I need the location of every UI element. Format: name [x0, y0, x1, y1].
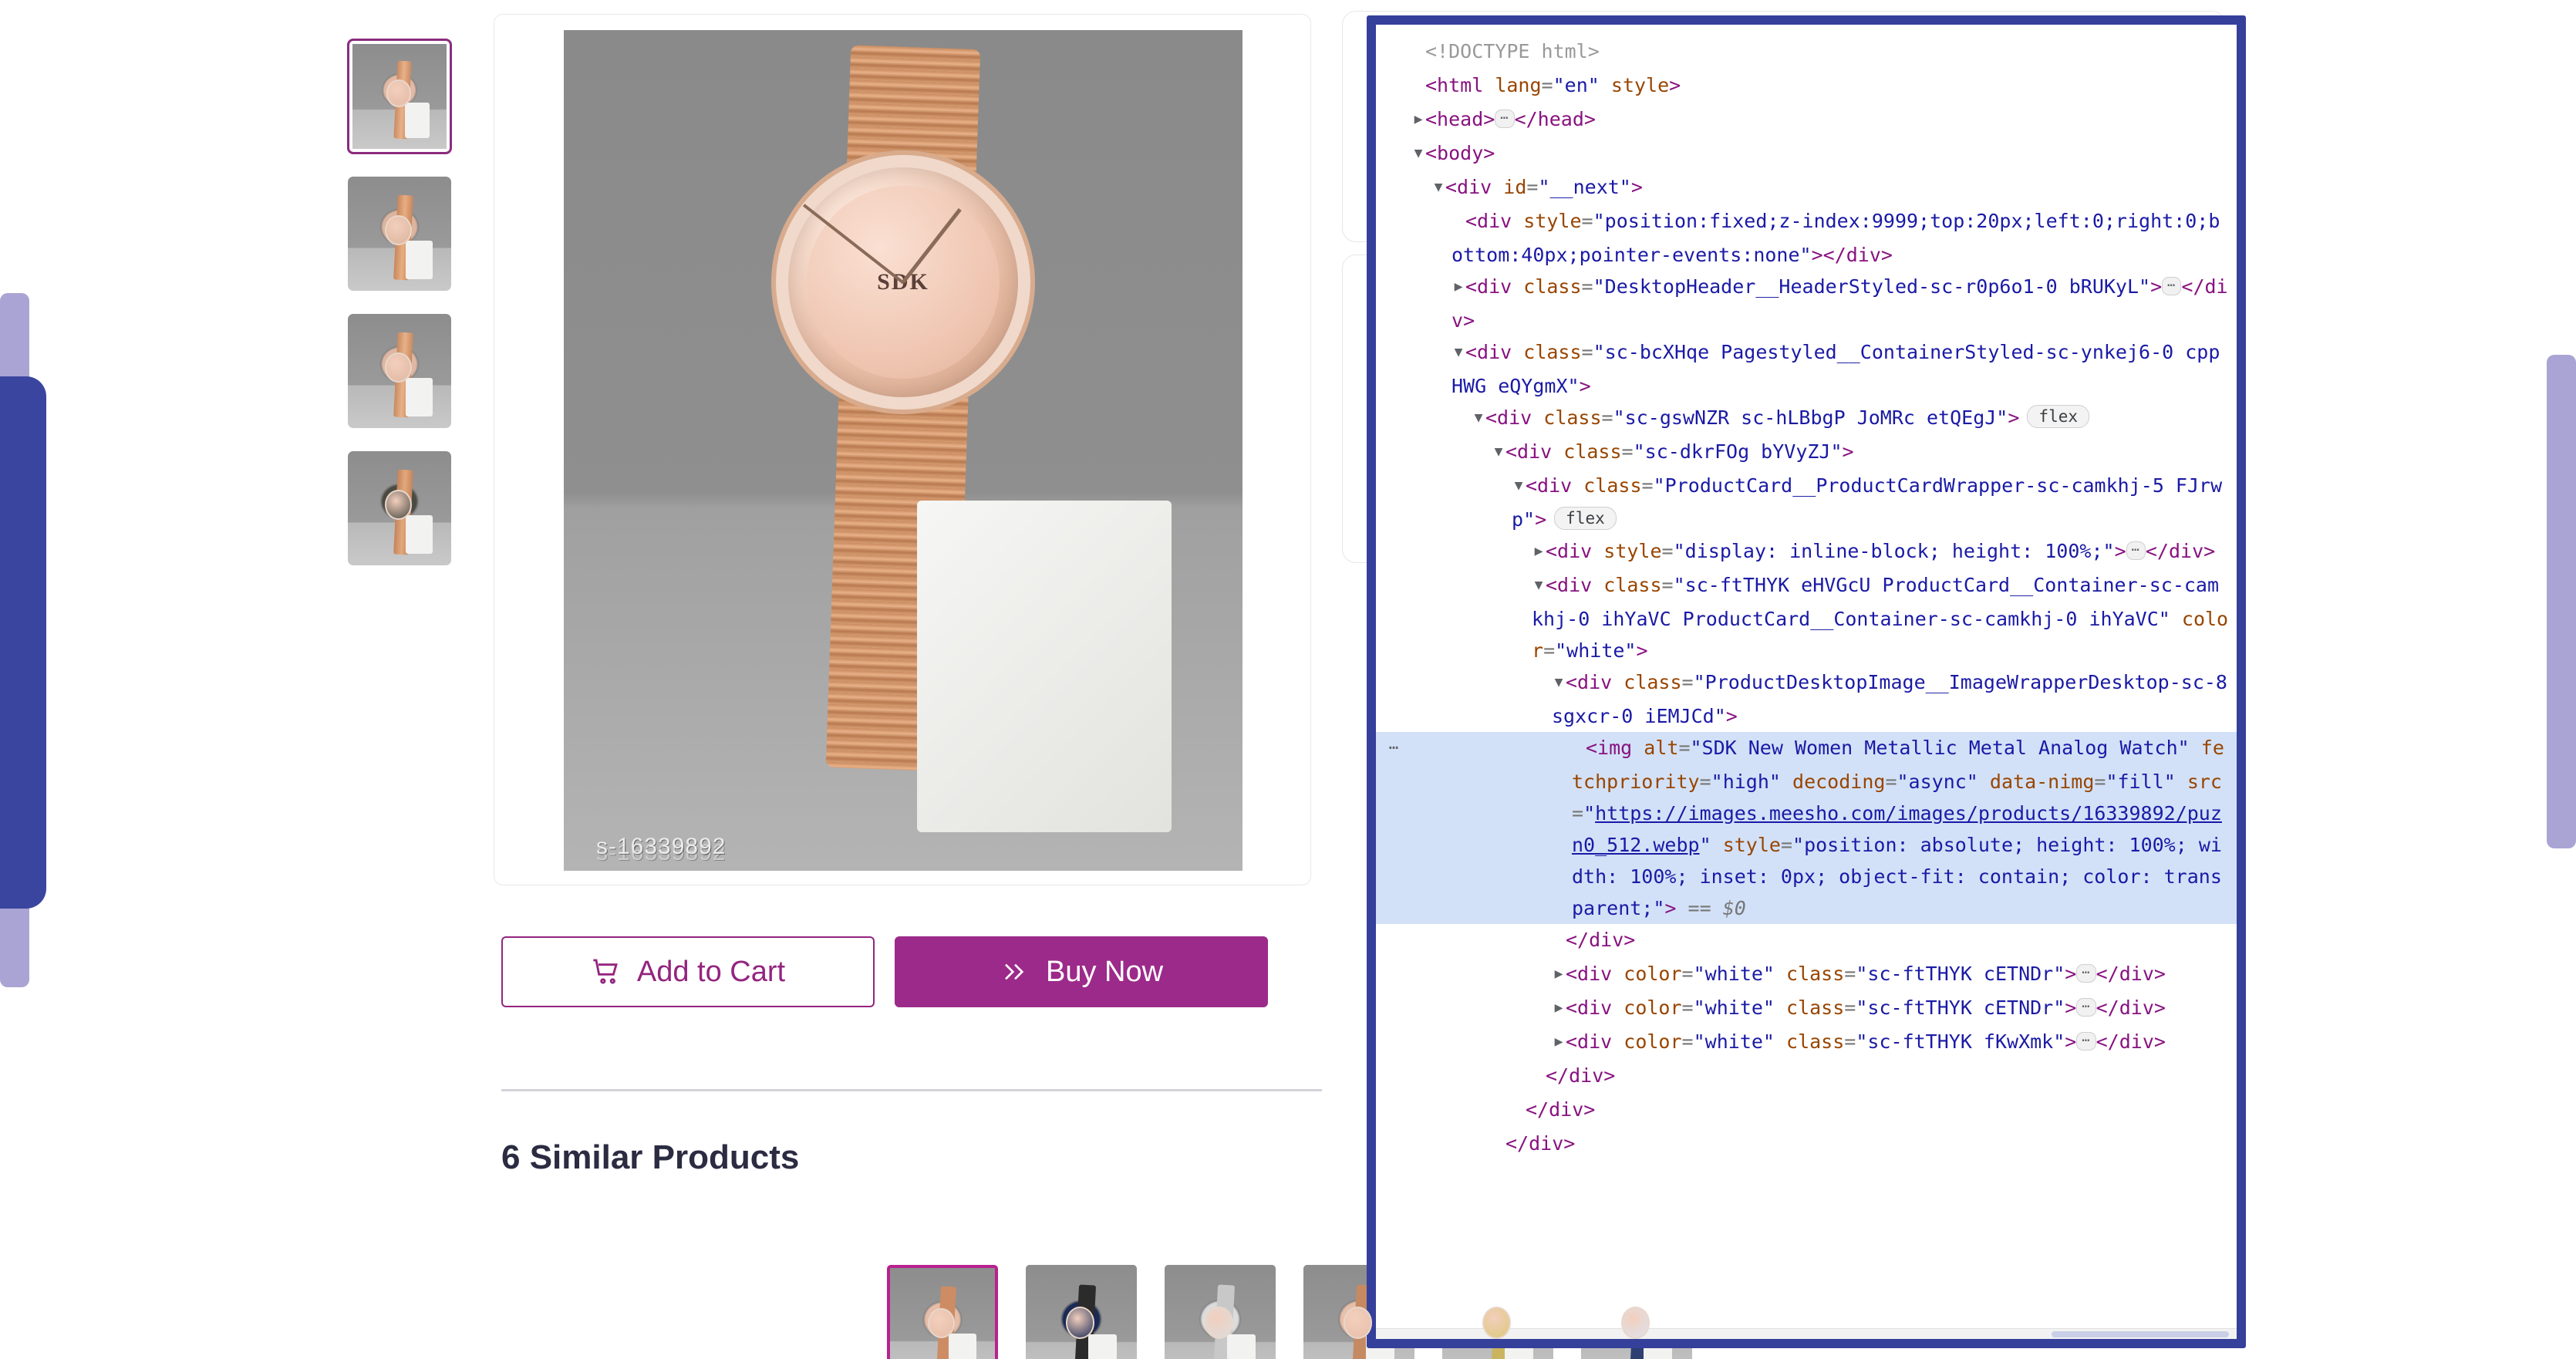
- disclosure-spacer: ▶: [1532, 1060, 1546, 1091]
- double-chevron-right-icon: [1005, 963, 1024, 980]
- dom-node-row[interactable]: ▶ <div color="white" class="sc-ftTHYK cET…: [1376, 958, 2237, 992]
- disclosure-spacer: ▶: [1411, 35, 1425, 67]
- devtools-elements-panel[interactable]: ▶<!DOCTYPE html>▶<html lang="en" style>▶…: [1367, 15, 2246, 1348]
- dom-node-row[interactable]: ▼ <div class="ProductDesktopImage__ImageW…: [1376, 666, 2237, 732]
- dom-node-row[interactable]: ▶ <div color="white" class="sc-ftTHYK fKw…: [1376, 1026, 2237, 1060]
- dom-node-row[interactable]: ▼ <body>: [1376, 137, 2237, 171]
- similar-watch-dial: [1065, 1307, 1095, 1339]
- image-watermark: s-16339892: [596, 834, 727, 859]
- dom-node-row[interactable]: ▶ <div class="DesktopHeader__HeaderStyled…: [1376, 271, 2237, 336]
- dom-node-row[interactable]: ▶<html lang="en" style>: [1376, 69, 2237, 103]
- product-thumbnail-1[interactable]: [347, 39, 452, 154]
- similar-product-2[interactable]: [1026, 1265, 1137, 1359]
- dom-node-row[interactable]: ▶</div>: [1376, 924, 2237, 958]
- devtools-dom-tree[interactable]: ▶<!DOCTYPE html>▶<html lang="en" style>▶…: [1376, 25, 2237, 1316]
- similar-watch-dial: [927, 1307, 956, 1339]
- thumbnail-image: [348, 314, 451, 428]
- add-to-cart-button[interactable]: Add to Cart: [501, 936, 875, 1007]
- dom-node-row[interactable]: ▼ <div class="sc-dkrFOg bYVyZJ">: [1376, 436, 2237, 470]
- similar-watch-dial: [1343, 1307, 1373, 1339]
- similar-products-title: 6 Similar Products: [501, 1138, 800, 1176]
- dom-node-row[interactable]: ▶ <div color="white" class="sc-ftTHYK cET…: [1376, 992, 2237, 1026]
- dom-node-row[interactable]: ▶ <div style="display: inline-block; heig…: [1376, 535, 2237, 569]
- thumbnail-watch-dial: [385, 215, 413, 245]
- disclosure-triangle-icon[interactable]: ▼: [1472, 402, 1485, 433]
- flex-badge[interactable]: flex: [2027, 405, 2089, 428]
- dom-node-row[interactable]: ▶<!DOCTYPE html>: [1376, 35, 2237, 69]
- disclosure-triangle-icon[interactable]: ▶: [1552, 1026, 1566, 1057]
- flex-badge[interactable]: flex: [1554, 507, 1617, 530]
- disclosure-spacer: ▶: [1552, 924, 1566, 956]
- left-selection-highlight: [0, 376, 46, 909]
- dom-node-row[interactable]: ▶</div>: [1376, 1128, 2237, 1162]
- thumbnail-image: [348, 451, 451, 565]
- product-action-buttons: Add to Cart Buy Now: [501, 936, 1268, 1007]
- disclosure-spacer: ▶: [1411, 69, 1425, 101]
- similar-watch-dial: [1204, 1307, 1234, 1339]
- disclosure-triangle-icon[interactable]: ▶: [1552, 958, 1566, 990]
- right-edge-accent-bar: [2547, 355, 2576, 848]
- dom-node-row[interactable]: ▼ <div class="sc-ftTHYK eHVGcU ProductCar…: [1376, 569, 2237, 666]
- disclosure-triangle-icon[interactable]: ▶: [1411, 103, 1425, 135]
- product-detail-panel: SDK s-16339892 s-16339892 Add to Cart: [347, 0, 1692, 1359]
- buy-now-button[interactable]: Buy Now: [895, 936, 1268, 1007]
- dom-node-row[interactable]: ▼ <div class="sc-gswNZR sc-hLBbgP JoMRc e…: [1376, 402, 2237, 436]
- dom-node-row[interactable]: ▼ <div class="sc-bcXHqe Pagestyled__Conta…: [1376, 336, 2237, 402]
- similar-product-1[interactable]: [887, 1265, 998, 1359]
- disclosure-triangle-icon[interactable]: ▶: [1532, 535, 1546, 567]
- disclosure-triangle-icon[interactable]: ▼: [1552, 666, 1566, 698]
- disclosure-spacer: ▶: [1512, 1094, 1526, 1125]
- disclosure-triangle-icon[interactable]: ▼: [1532, 569, 1546, 601]
- product-thumbnail-2[interactable]: [347, 176, 452, 292]
- disclosure-triangle-icon[interactable]: ▼: [1512, 470, 1526, 501]
- disclosure-spacer: ▶: [1452, 205, 1465, 237]
- thumbnail-image: [348, 177, 451, 291]
- product-main-image-card: SDK s-16339892 s-16339892: [494, 14, 1311, 885]
- disclosure-triangle-icon[interactable]: ▶: [1452, 271, 1465, 302]
- shopping-cart-icon: [593, 959, 618, 984]
- add-to-cart-label: Add to Cart: [636, 955, 786, 988]
- disclosure-triangle-icon[interactable]: ▶: [1552, 992, 1566, 1023]
- thumbnail-watch-dial: [385, 490, 413, 520]
- buy-now-label: Buy Now: [1045, 955, 1164, 988]
- thumbnail-watch-dial: [386, 79, 411, 107]
- disclosure-spacer: ▶: [1492, 1128, 1505, 1159]
- disclosure-triangle-icon[interactable]: ▼: [1492, 436, 1505, 467]
- disclosure-spacer: ▶: [1572, 732, 1586, 764]
- devtools-scrollbar-thumb[interactable]: [2052, 1331, 2229, 1337]
- dom-node-row[interactable]: ▶ <head> ⋯ </head>: [1376, 103, 2237, 137]
- dom-node-row[interactable]: ▼ <div id="__next">: [1376, 171, 2237, 205]
- dom-node-row[interactable]: ▶<div style="position:fixed;z-index:9999…: [1376, 205, 2237, 271]
- node-gutter-marker: ⋯: [1388, 738, 1399, 757]
- thumbnail-image: [352, 44, 447, 149]
- similar-product-3[interactable]: [1165, 1265, 1276, 1359]
- dom-node-row[interactable]: ⋯▶<img alt="SDK New Women Metallic Metal…: [1376, 732, 2237, 924]
- dom-node-row[interactable]: ▶</div>: [1376, 1094, 2237, 1128]
- dom-node-row[interactable]: ▶</div>: [1376, 1060, 2237, 1094]
- product-thumbnail-3[interactable]: [347, 313, 452, 429]
- disclosure-triangle-icon[interactable]: ▼: [1431, 171, 1445, 203]
- disclosure-triangle-icon[interactable]: ▼: [1411, 137, 1425, 169]
- section-divider: [501, 1089, 1322, 1091]
- browser-viewport: SDK s-16339892 s-16339892 Add to Cart: [0, 0, 2576, 1359]
- product-hero-image[interactable]: SDK s-16339892 s-16339892: [564, 30, 1242, 871]
- product-thumbnail-4[interactable]: [347, 450, 452, 566]
- product-thumbnail-rail[interactable]: [347, 39, 470, 588]
- thumbnail-watch-dial: [385, 352, 413, 383]
- watch-display-stand: [916, 501, 1172, 833]
- dom-node-row[interactable]: ▼ <div class="ProductCard__ProductCardWra…: [1376, 470, 2237, 535]
- similar-watch-dial: [1620, 1307, 1650, 1339]
- similar-watch-dial: [1482, 1307, 1512, 1339]
- disclosure-triangle-icon[interactable]: ▼: [1452, 336, 1465, 368]
